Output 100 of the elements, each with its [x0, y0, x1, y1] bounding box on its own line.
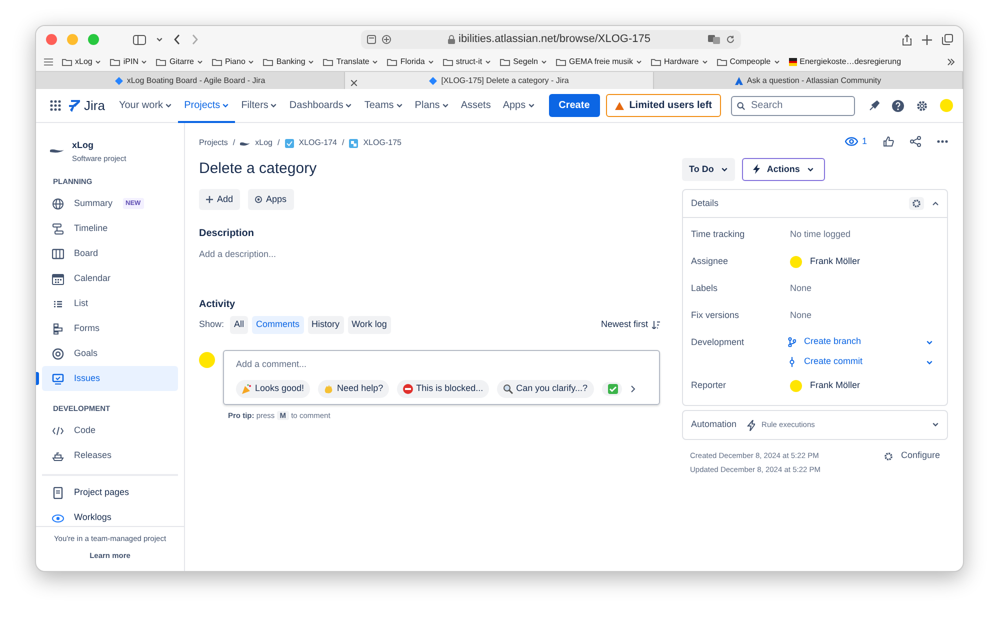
breadcrumb-link[interactable]: XLOG-175	[363, 137, 402, 149]
ship-icon	[52, 450, 64, 462]
configure-fields-button[interactable]	[909, 197, 924, 210]
share-icon[interactable]	[910, 136, 921, 148]
quick-reply-chip[interactable]: Looks good!	[236, 380, 310, 398]
sidebar-item[interactable]: Calendar	[42, 266, 178, 291]
watch-button[interactable]: 1	[844, 135, 867, 148]
user-field[interactable]: Frank Möller	[790, 254, 860, 268]
panel-heading[interactable]: Details	[691, 196, 719, 210]
limited-users-button[interactable]: Limited users left	[606, 94, 721, 117]
activity-filter[interactable]: All	[230, 316, 248, 334]
close-window-button[interactable]	[46, 34, 57, 45]
field-label: Reporter	[691, 378, 728, 392]
nav-menu-item[interactable]: Your work	[112, 88, 178, 122]
sidebar-item[interactable]: Worklogs	[42, 505, 178, 526]
quick-reply-chip[interactable]: Need help?	[318, 380, 390, 398]
sidebar-item[interactable]: Board	[42, 241, 178, 266]
chevron-down-icon	[702, 59, 708, 65]
bookmark[interactable]: Gitarre	[156, 56, 203, 68]
sidebar-item[interactable]: Timeline	[42, 216, 178, 241]
nav-menu-item[interactable]: Assets	[454, 88, 497, 122]
folder-icon	[500, 58, 510, 66]
activity-filter[interactable]: History	[308, 316, 344, 334]
bookmark[interactable]: struct-it	[442, 56, 492, 68]
tab-overview-icon[interactable]	[942, 34, 953, 45]
bookmark[interactable]: Hardware	[651, 56, 708, 68]
collapse-icon[interactable]	[932, 201, 939, 206]
quick-reply-chip[interactable]: This is blocked...	[397, 380, 490, 398]
sidebar-item[interactable]: Goals	[42, 341, 178, 366]
jira-logo[interactable]: Jira	[69, 96, 105, 116]
reload-icon[interactable]	[726, 35, 734, 44]
sidebar-item[interactable]: Releases	[42, 443, 178, 468]
address-bar[interactable]: ibilities.atlassian.net/browse/XLOG-175	[360, 30, 740, 49]
nav-menu-item[interactable]: Teams	[358, 88, 409, 122]
configure-button[interactable]: Configure	[884, 449, 940, 463]
sidebar-item[interactable]: Forms	[42, 316, 178, 341]
issue-action-button[interactable]: Add	[199, 188, 240, 210]
more-bookmarks-icon[interactable]	[947, 58, 955, 66]
bookmark[interactable]: Energiekoste…desregierung	[788, 56, 902, 68]
search-field[interactable]: Search	[731, 96, 855, 116]
field-value[interactable]: No time logged	[790, 228, 851, 242]
issue-title[interactable]: Delete a category	[199, 158, 660, 180]
quick-reply-chip[interactable]: Can you clarify...?	[497, 380, 594, 398]
sidebar-item[interactable]: List	[42, 291, 178, 316]
bookmark[interactable]: iPIN	[110, 56, 148, 68]
activity-filter[interactable]: Work log	[348, 316, 391, 334]
app-switcher-icon[interactable]	[50, 100, 61, 111]
folder-icon	[651, 58, 662, 66]
close-icon[interactable]	[351, 80, 357, 86]
development-link[interactable]: Create branch	[788, 335, 862, 349]
breadcrumb-link[interactable]: xLog	[255, 137, 272, 149]
bookmark[interactable]: xLog	[62, 56, 102, 68]
grid-icon[interactable]	[44, 58, 53, 66]
show-label: Show:	[199, 318, 224, 331]
new-tab-icon[interactable]	[922, 34, 932, 44]
bookmark[interactable]: Segeln	[500, 56, 547, 68]
quick-reply-chip[interactable]	[602, 382, 622, 396]
avatar-icon	[790, 380, 802, 392]
chevron-down-icon	[165, 102, 172, 109]
browser-tab[interactable]: [XLOG-175] Delete a category - Jira	[345, 72, 654, 89]
sidebar-icon[interactable]	[133, 34, 146, 44]
issue-action-button[interactable]: Apps	[248, 188, 294, 210]
development-link[interactable]: Create commit	[788, 355, 863, 369]
help-icon[interactable]	[892, 100, 904, 112]
bookmark[interactable]: Banking	[263, 56, 314, 68]
description-field[interactable]: Add a description...	[199, 248, 276, 262]
status-button[interactable]: To Do	[682, 158, 735, 181]
create-button[interactable]: Create	[548, 94, 600, 117]
avatar-icon	[199, 352, 215, 368]
bookmark[interactable]: Piano	[212, 56, 254, 68]
user-field[interactable]: Frank Möller	[790, 378, 860, 392]
bookmark[interactable]: GEMA freie musik	[556, 56, 642, 68]
settings-icon[interactable]	[916, 100, 928, 112]
back-icon[interactable]	[173, 34, 181, 45]
nav-menu-item[interactable]: Apps	[496, 88, 541, 122]
nav-menu-item[interactable]: Filters	[235, 88, 284, 122]
nav-menu-item[interactable]: Plans	[408, 88, 455, 122]
nav-menu-item[interactable]: Projects	[178, 88, 236, 122]
comment-box[interactable]: Add a comment... Looks good! Need help? This is blocked... Can you clarify...?	[223, 350, 660, 404]
more-icon[interactable]	[937, 140, 948, 144]
chevron-right-icon[interactable]	[630, 384, 636, 393]
activity-filter[interactable]: Comments	[252, 316, 304, 334]
share-icon[interactable]	[902, 34, 912, 46]
field-value[interactable]: None	[790, 308, 812, 322]
bookmark[interactable]: Compeople	[716, 56, 780, 68]
bookmark[interactable]: Translate	[323, 56, 378, 68]
breadcrumb-link[interactable]: Projects	[199, 137, 228, 149]
thumbs-up-icon[interactable]	[883, 136, 894, 148]
field-value[interactable]: None	[790, 282, 812, 296]
actions-button[interactable]: Actions	[742, 158, 825, 181]
bookmark[interactable]: Florida	[387, 56, 434, 68]
sidebar-item[interactable]: Project pages	[42, 480, 178, 506]
browser-tab[interactable]: Ask a question - Atlassian Community	[654, 72, 963, 89]
warning-icon	[615, 102, 624, 110]
sidebar-item[interactable]: Code	[42, 418, 178, 444]
nav-menu-item[interactable]: Dashboards	[283, 88, 358, 122]
sort-button[interactable]: Newest first	[600, 318, 660, 332]
breadcrumb-link[interactable]: XLOG-174	[298, 137, 337, 149]
project-logo-icon	[240, 140, 250, 146]
eye-icon	[844, 137, 858, 146]
